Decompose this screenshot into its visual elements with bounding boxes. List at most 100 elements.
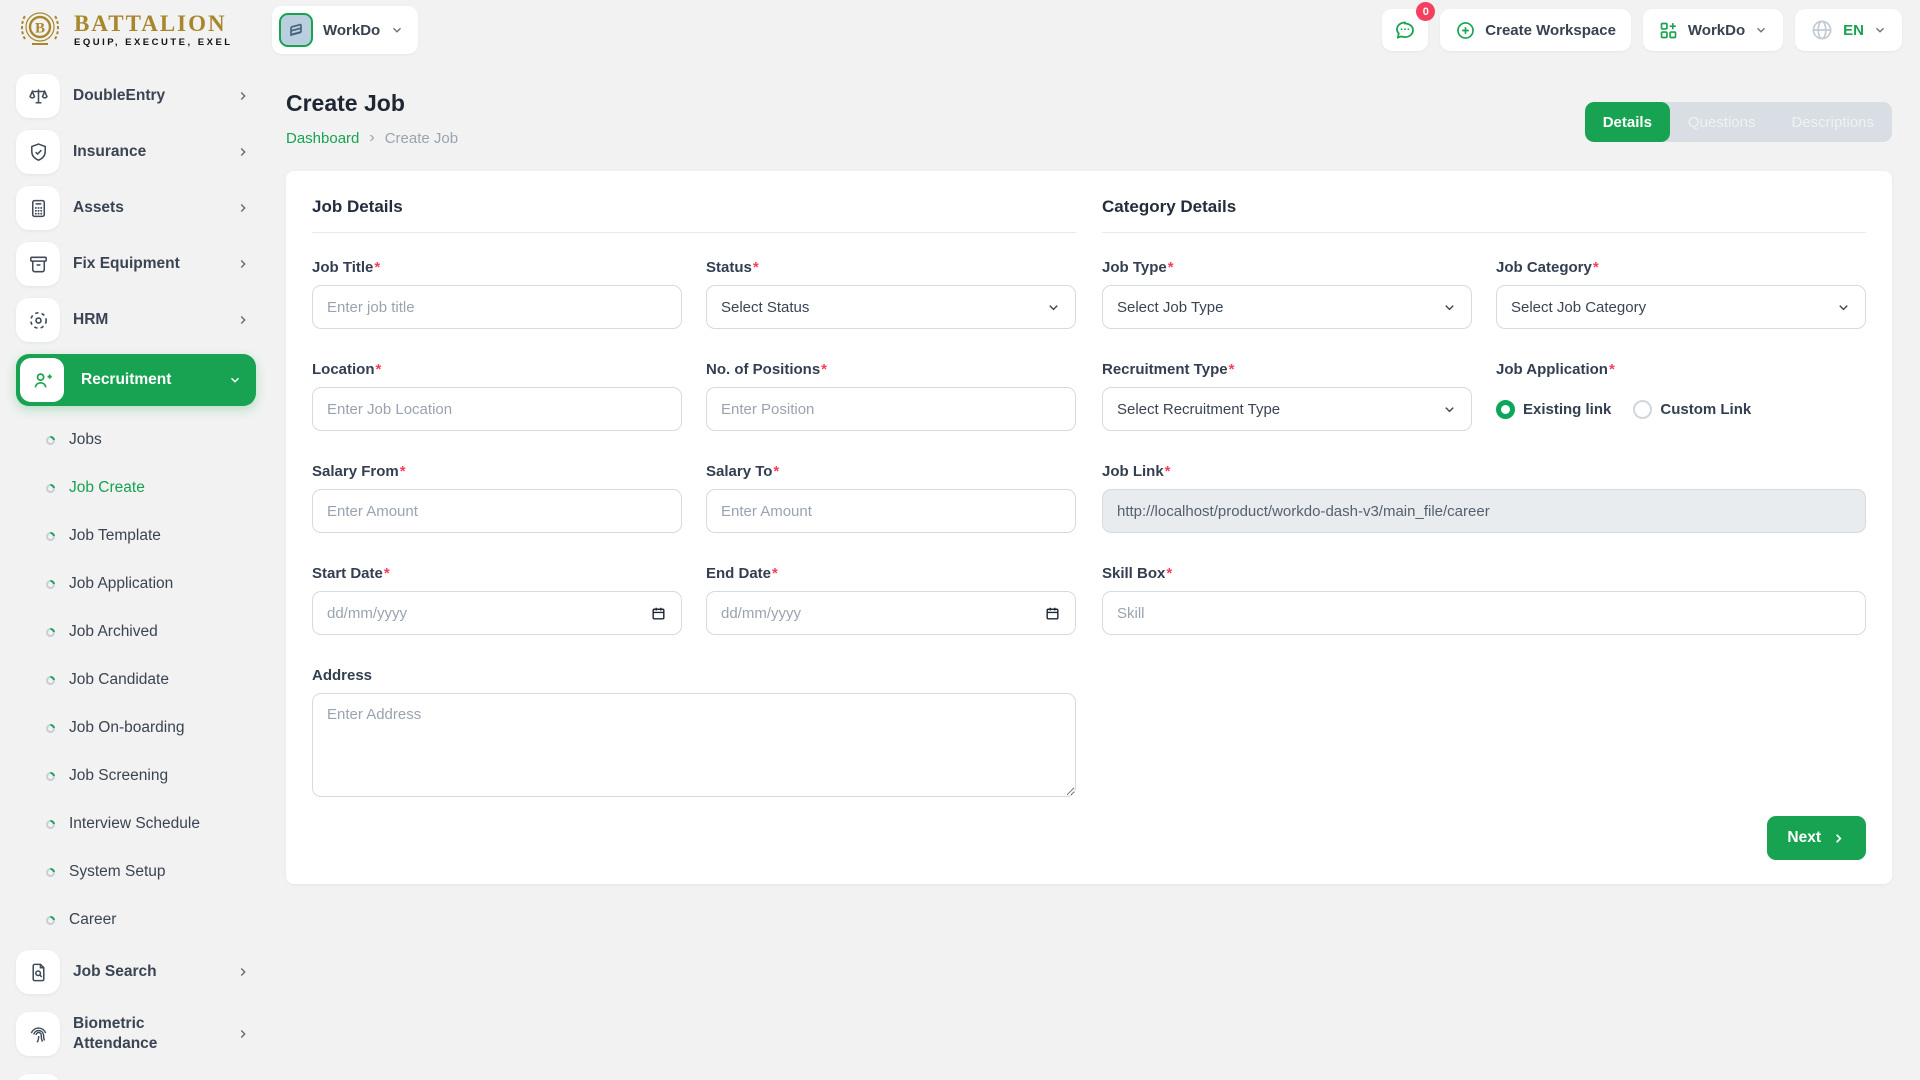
sidebar-item-assets[interactable]: Assets [16,186,256,230]
messages-button[interactable]: 0 [1382,9,1428,51]
required-marker: * [1168,259,1174,276]
bullet-icon [44,434,57,447]
sidebar-item-label: Recruitment [81,371,171,389]
chevron-down-icon [1442,402,1457,417]
messages-count-badge: 0 [1416,2,1435,21]
sidebar-subitem-career[interactable]: Career [16,896,256,944]
language-button[interactable]: EN [1795,9,1902,51]
next-button[interactable]: Next [1767,816,1866,860]
job-category-field: Job Category* Select Job Category [1496,259,1866,329]
job-type-select[interactable]: Select Job Type [1102,285,1472,329]
sidebar-subitem-job-template[interactable]: Job Template [16,512,256,560]
breadcrumb: Dashboard › Create Job [286,129,458,147]
workspace-switcher[interactable]: WorkDo [272,6,418,54]
sidebar-item-label: Job Search [73,963,157,981]
job-category-select[interactable]: Select Job Category [1496,285,1866,329]
status-select[interactable]: Select Status [706,285,1076,329]
chevron-right-icon [236,89,250,103]
chevron-down-icon [1046,300,1061,315]
chevron-right-icon [236,201,250,215]
sidebar-subitem-jobs[interactable]: Jobs [16,416,256,464]
sidebar-item-hrm[interactable]: HRM [16,298,256,342]
sidebar-subitem-job-candidate[interactable]: Job Candidate [16,656,256,704]
sidebar-subitem-job-onboarding[interactable]: Job On-boarding [16,704,256,752]
salary-from-input[interactable] [312,489,682,533]
sidebar-subitem-label: Job Candidate [69,671,169,689]
sidebar-subitem-job-create[interactable]: Job Create [16,464,256,512]
sidebar-subitem-interview-schedule[interactable]: Interview Schedule [16,800,256,848]
positions-input[interactable] [706,387,1076,431]
sidebar-item-procurement[interactable]: Procurement [16,1074,256,1080]
sidebar-item-insurance[interactable]: Insurance [16,130,256,174]
status-label: Status [706,259,752,276]
brand-name: BATTALION [74,12,233,35]
sidebar-item-doubleentry[interactable]: DoubleEntry [16,74,256,118]
create-workspace-button[interactable]: Create Workspace [1440,9,1631,51]
tab-questions[interactable]: Questions [1670,102,1774,142]
workspace-switcher-label: WorkDo [323,22,380,39]
job-application-radio-group: Existing link Custom Link [1496,387,1866,431]
job-application-label: Job Application [1496,361,1608,378]
radio-existing-link[interactable]: Existing link [1496,400,1611,419]
sidebar-item-job-search[interactable]: Job Search [16,950,256,994]
breadcrumb-separator: › [369,129,374,147]
required-marker: * [1609,361,1615,378]
sidebar-item-label: Insurance [73,143,146,161]
sidebar-item-label: Fix Equipment [73,255,180,273]
chevron-down-icon [1754,23,1768,37]
start-date-input[interactable]: dd/mm/yyyy [312,591,682,635]
sidebar-subitem-label: Job Archived [69,623,158,641]
sidebar-item-recruitment[interactable]: Recruitment [16,354,256,406]
job-link-input: http://localhost/product/workdo-dash-v3/… [1102,489,1866,533]
required-marker: * [772,565,778,582]
app-menu-label: WorkDo [1688,22,1745,39]
tab-descriptions[interactable]: Descriptions [1773,102,1892,142]
chat-bubble-icon [1393,18,1417,42]
salary-to-input[interactable] [706,489,1076,533]
sidebar-subitem-job-archived[interactable]: Job Archived [16,608,256,656]
breadcrumb-dashboard-link[interactable]: Dashboard [286,130,359,147]
bullet-icon [44,482,57,495]
sidebar-item-biometric-attendance[interactable]: Biometric Attendance [16,1006,256,1062]
address-textarea[interactable] [312,693,1076,797]
job-title-field: Job Title* [312,259,682,329]
sidebar-subitem-label: Interview Schedule [69,815,200,833]
location-input[interactable] [312,387,682,431]
language-code: EN [1843,22,1864,39]
calendar-icon [650,605,667,622]
location-label: Location [312,361,375,378]
end-date-label: End Date [706,565,771,582]
end-date-input[interactable]: dd/mm/yyyy [706,591,1076,635]
bullet-icon [44,866,57,879]
bullet-icon [44,578,57,591]
globe-icon [1810,18,1834,42]
sidebar-subitem-job-screening[interactable]: Job Screening [16,752,256,800]
job-link-label: Job Link [1102,463,1164,480]
job-title-input[interactable] [312,285,682,329]
dashed-circle-icon [16,298,60,342]
sidebar-item-fix-equipment[interactable]: Fix Equipment [16,242,256,286]
recruitment-type-select[interactable]: Select Recruitment Type [1102,387,1472,431]
required-marker: * [1165,463,1171,480]
sidebar: DoubleEntry Insurance Assets [0,60,272,1080]
calculator-icon [16,186,60,230]
status-select-value: Select Status [721,299,809,316]
chevron-right-icon [236,145,250,159]
app-menu-button[interactable]: WorkDo [1643,9,1783,51]
sidebar-subitem-system-setup[interactable]: System Setup [16,848,256,896]
sidebar-subitem-label: Career [69,911,116,929]
breadcrumb-current: Create Job [385,130,458,147]
radio-custom-link[interactable]: Custom Link [1633,400,1751,419]
sidebar-subitem-label: Job Application [69,575,173,593]
job-type-select-value: Select Job Type [1117,299,1223,316]
chevron-down-icon [1442,300,1457,315]
job-title-label: Job Title [312,259,373,276]
svg-text:B: B [35,21,45,37]
start-date-placeholder: dd/mm/yyyy [327,605,407,622]
skill-input[interactable] [1102,591,1866,635]
tab-details[interactable]: Details [1585,102,1670,142]
sidebar-subitem-job-application[interactable]: Job Application [16,560,256,608]
recruitment-type-label: Recruitment Type [1102,361,1228,378]
bullet-icon [44,674,57,687]
document-search-icon [16,950,60,994]
